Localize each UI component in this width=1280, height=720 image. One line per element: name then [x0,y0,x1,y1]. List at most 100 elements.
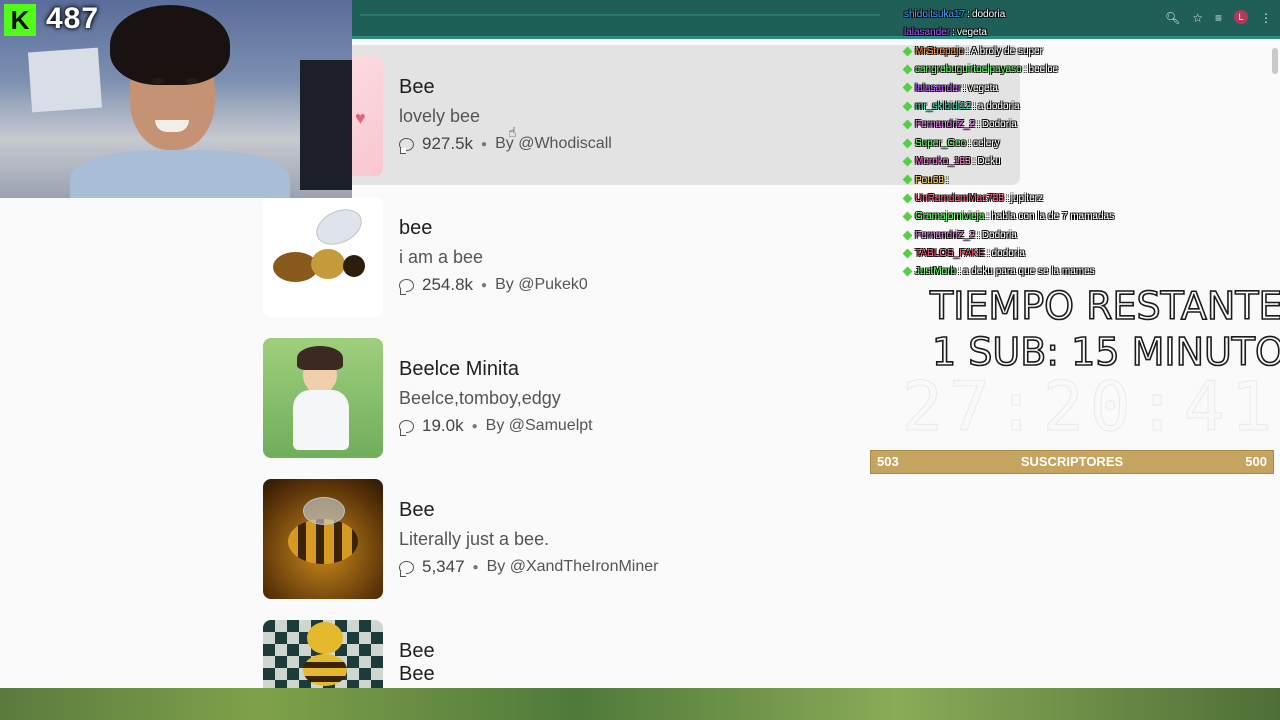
chat-badge-icon [902,101,913,112]
chat-separator: : [973,100,976,112]
result-author[interactable]: By @XandTheIronMiner [487,558,659,576]
wall-poster [27,47,103,113]
result-thumbnail[interactable] [263,197,383,317]
chat-separator: : [967,9,970,20]
result-item[interactable]: Beelce Minita Beelce,tomboy,edgy 19.0k ●… [263,338,913,458]
chat-text: jupiterz [1010,192,1043,204]
chat-separator: : [965,45,969,57]
chat-bubble-icon [399,278,414,295]
chat-badge-icon [902,211,913,222]
chat-username[interactable]: TABLOS_FAKE [915,248,985,259]
chat-message: mr_skibidi12: a dodoria [902,98,1280,116]
separator-dot-icon: ● [481,138,488,150]
chat-badge-icon [902,64,913,75]
result-author[interactable]: By @Pukek0 [495,276,588,294]
result-item[interactable]: ♥ Bee lovely bee 927.5k ● By @Whodiscall [263,56,913,176]
chat-text: beelce [1028,64,1058,76]
chat-separator: : [1023,64,1027,76]
chat-username[interactable]: JustMorb [915,266,956,277]
heart-icon: ♥ [355,108,366,128]
chat-username[interactable]: UnRamdomMac788 [915,193,1004,204]
chat-separator: : [945,174,949,186]
subscriber-goal-bar: 503 SUSCRIPTORES 500 [870,450,1274,474]
chat-separator: : [963,82,966,94]
chat-username[interactable]: Super_Geo [915,138,966,149]
chat-username[interactable]: MrStropajo [915,46,964,57]
game-scene-strip [0,688,1280,720]
chat-bubble-icon [399,137,414,154]
result-title[interactable]: Bee [399,499,435,522]
result-item[interactable]: Bee Bee [263,620,913,688]
result-item[interactable]: Bee Literally just a bee. 5,347 ● By @Xa… [263,479,913,599]
result-item[interactable]: bee i am a bee 254.8k ● By @Pukek0 [263,197,913,317]
character-shirt-icon [293,390,349,450]
subs-label: SUSCRIPTORES [1020,454,1124,469]
chat-separator: : [986,248,990,260]
chat-separator: : [977,119,980,131]
result-title[interactable]: Beelce Minita [399,358,519,381]
chat-separator: : [972,156,976,168]
result-author[interactable]: By @Samuelpt [486,417,593,435]
bee-body-icon [288,519,358,564]
result-title[interactable]: Bee [399,640,435,663]
chat-username[interactable]: lalasander [904,27,950,38]
chat-username[interactable]: lalasander [915,83,961,94]
address-bar-strip[interactable] [360,14,880,16]
chat-message: Gramajomivieja: habla con la de 7 mamadas [902,208,1280,226]
webcam-overlay: K 487 [0,0,352,198]
separator-dot-icon: ● [471,420,478,432]
chat-text: dodoria [991,248,1025,260]
bee-thorax-icon [311,249,345,279]
result-thumbnail[interactable] [263,479,383,599]
chat-username[interactable]: Gramajomivieja [915,211,984,222]
chat-separator: : [986,211,990,223]
chat-bubble-icon [399,560,414,577]
chat-separator: : [952,27,955,39]
chat-badge-icon [902,156,913,167]
separator-dot-icon: ● [481,279,488,291]
bee-character-body-icon [303,654,347,686]
chat-text: dodoria [971,9,1006,20]
character-hair-icon [297,346,343,370]
chat-username[interactable]: FernandriZ_2 [915,230,975,241]
result-title[interactable]: bee [399,217,432,240]
separator-dot-icon: ● [472,561,479,573]
chat-text: a deku para que se la mames [962,266,1095,278]
streamer-eye [186,78,198,84]
kick-logo-icon: K [4,4,36,36]
streamer-hair [110,5,230,85]
chat-username[interactable]: shidoitsuka17 [904,9,965,20]
background-monitor [300,60,352,190]
chat-badge-icon [902,248,913,259]
bee-character-head-icon [307,622,343,654]
stream-chat-overlay: shidoitsuka17: dodoria lalasander: vegeta Mr… [902,6,1280,282]
chat-separator: : [958,266,961,278]
result-description: Literally just a bee. [399,529,550,549]
chat-bubble-icon [399,419,414,436]
chat-text: Deku [977,156,1001,168]
chat-username[interactable]: cangrebuguirtoelpayaso [915,64,1022,75]
chat-badge-icon [902,119,913,130]
chat-badge-icon [902,46,913,57]
result-thumbnail[interactable] [263,620,383,688]
chat-message: FernandriZ_2: Dodoria [902,227,1280,245]
chat-text: vegeta [956,27,987,39]
bee-head-icon [343,255,365,277]
chat-username[interactable]: FernandriZ_2 [915,119,975,130]
chat-message: JustMorb: a deku para que se la mames [902,263,1280,281]
streamer-shirt [70,150,290,198]
timer-clock: 27:20:41 [902,368,1278,448]
result-meta: 19.0k ● By @Samuelpt [399,416,593,436]
chat-message: UnRamdomMac788: jupiterz [902,190,1280,208]
result-description: Bee [399,663,435,685]
result-title[interactable]: Bee [399,76,435,99]
chat-username[interactable]: Pou68 [915,175,944,186]
chat-text: a dodoria [977,100,1020,112]
result-meta: 5,347 ● By @XandTheIronMiner [399,557,658,577]
chat-username[interactable]: mr_skibidi12 [915,101,971,112]
chat-username[interactable]: Moroko_183 [915,156,971,167]
result-description: lovely bee [399,106,481,126]
chat-message: MrStropajo: A broly de super [902,43,1280,61]
result-thumbnail[interactable] [263,338,383,458]
subs-goal: 500 [1245,454,1267,469]
